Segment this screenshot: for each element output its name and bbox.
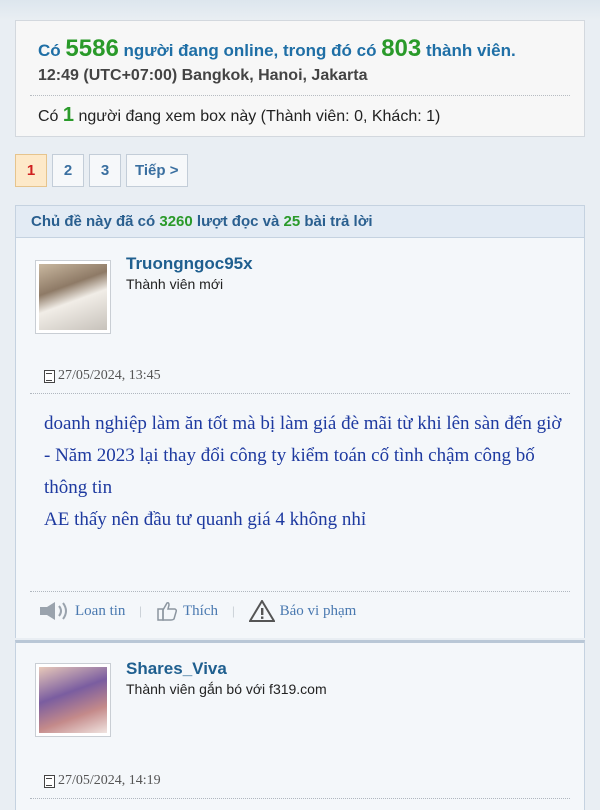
post-1: Truongngoc95x Thành viên mới 27/05/2024,… [15, 238, 585, 638]
like-label: Thích [183, 602, 219, 619]
action-separator: | [139, 603, 143, 618]
post-username[interactable]: Shares_Viva [126, 659, 227, 679]
online-count-line: Có 5586 người đang online, trong đó có 8… [38, 35, 516, 63]
page-top-band [0, 0, 600, 20]
thread-stats-header: Chủ đề này đã có 3260 lượt đọc và 25 bài… [15, 205, 585, 238]
viewing-count-line: Có 1 người đang xem box này (Thành viên:… [38, 104, 440, 127]
page-3-button[interactable]: 3 [89, 154, 121, 187]
post-divider [30, 798, 570, 799]
online-prefix: Có [38, 41, 61, 60]
post-date: 27/05/2024, 13:45 [44, 368, 161, 384]
document-icon [44, 369, 55, 383]
loan-tin-label: Loan tin [75, 602, 126, 619]
post-username[interactable]: Truongngoc95x [126, 254, 253, 274]
warning-icon [248, 600, 275, 622]
message-line: doanh nghiệp làm ăn tốt mà bị làm giá đè… [44, 413, 562, 434]
thread-header-mid: lượt đọc và [196, 213, 280, 230]
message-line: - Năm 2023 lại thay đổi công ty kiểm toá… [44, 445, 535, 498]
like-button[interactable]: Thích [156, 600, 218, 622]
page-2-button[interactable]: 2 [52, 154, 84, 187]
action-separator: | [232, 603, 235, 618]
report-violation-label: Báo vi phạm [279, 602, 357, 619]
loan-tin-button[interactable]: Loan tin [38, 600, 125, 622]
post-divider [30, 393, 570, 394]
post-user-title: Thành viên mới [126, 276, 224, 292]
stats-divider [30, 95, 570, 96]
member-count: 803 [381, 35, 422, 62]
page-1-button[interactable]: 1 [15, 154, 47, 187]
post-date-text: 27/05/2024, 13:45 [58, 368, 161, 383]
next-page-button[interactable]: Tiếp > [126, 154, 188, 187]
reply-count: 25 [283, 213, 301, 230]
thumbs-up-icon [157, 602, 178, 621]
server-time: 12:49 (UTC+07:00) Bangkok, Hanoi, Jakart… [38, 67, 368, 84]
thread-header-prefix: Chủ đề này đã có [31, 213, 156, 230]
viewing-prefix: Có [38, 108, 59, 125]
avatar-photo [39, 264, 107, 330]
speaker-icon [40, 602, 67, 620]
avatar-photo [39, 667, 107, 733]
post-user-title: Thành viên gắn bó với f319.com [126, 681, 327, 697]
viewing-suffix: người đang xem box này (Thành viên: 0, K… [78, 108, 441, 125]
online-stats-box: Có 5586 người đang online, trong đó có 8… [15, 20, 585, 137]
avatar[interactable] [35, 260, 111, 334]
document-icon [44, 774, 55, 788]
pagination: 1 2 3 Tiếp > [15, 154, 188, 187]
view-count: 3260 [159, 213, 193, 230]
viewing-count: 1 [62, 104, 75, 126]
online-suffix: thành viên. [425, 41, 516, 60]
post-2: Shares_Viva Thành viên gắn bó với f319.c… [15, 640, 585, 810]
online-count: 5586 [65, 35, 119, 62]
post-date: 27/05/2024, 14:19 [44, 773, 161, 789]
post-date-text: 27/05/2024, 14:19 [58, 773, 161, 788]
online-mid-text: người đang online, trong đó có [123, 41, 377, 60]
message-line: AE thấy nên đầu tư quanh giá 4 không nhỉ [44, 509, 367, 530]
post-message: doanh nghiệp làm ăn tốt mà bị làm giá đè… [44, 408, 569, 536]
avatar[interactable] [35, 663, 111, 737]
post-actions-divider [30, 591, 570, 592]
post-actions: Loan tin | Thích | Báo vi phạm [38, 600, 356, 622]
report-violation-button[interactable]: Báo vi phạm [248, 600, 357, 622]
thread-header-suffix: bài trả lời [304, 213, 373, 230]
